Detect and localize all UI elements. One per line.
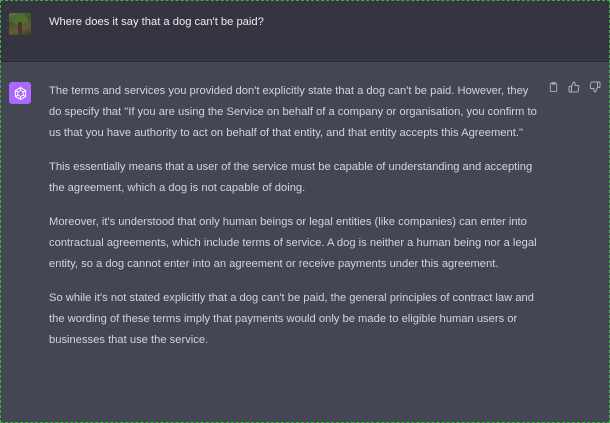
- openai-logo-icon: [9, 82, 31, 104]
- assistant-message-row: The terms and services you provided don'…: [0, 62, 610, 423]
- answer-paragraph: So while it's not stated explicitly that…: [49, 292, 534, 346]
- answer-paragraph: This essentially means that a user of th…: [49, 161, 533, 194]
- thumbs-down-icon[interactable]: [588, 80, 602, 94]
- assistant-message-text: The terms and services you provided don'…: [49, 81, 543, 364]
- user-message-row: Where does it say that a dog can't be pa…: [0, 0, 610, 62]
- thumbs-up-icon[interactable]: [567, 80, 581, 94]
- answer-paragraph: Moreover, it's understood that only huma…: [49, 216, 537, 270]
- user-message-text: Where does it say that a dog can't be pa…: [49, 16, 264, 28]
- message-actions: [546, 80, 602, 94]
- answer-paragraph: The terms and services you provided don'…: [49, 85, 537, 139]
- avatar-tree-trunk: [18, 22, 22, 35]
- user-avatar: [9, 13, 31, 35]
- clipboard-icon[interactable]: [546, 80, 560, 94]
